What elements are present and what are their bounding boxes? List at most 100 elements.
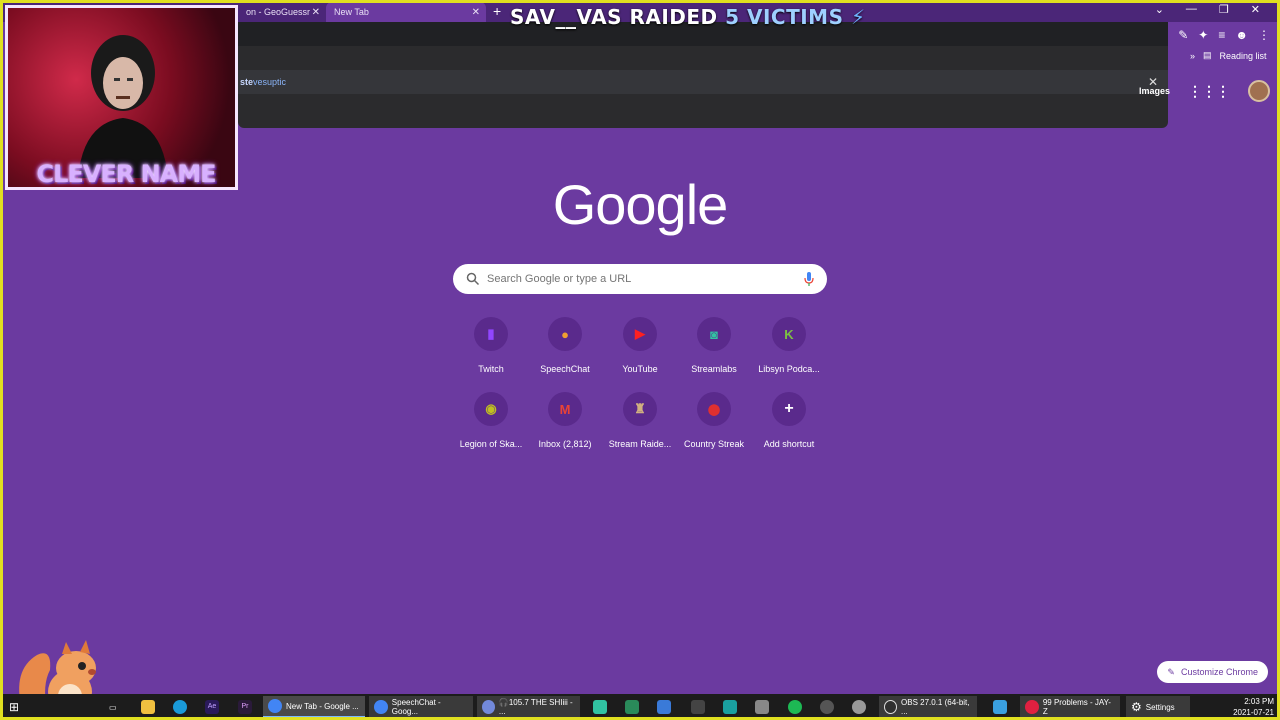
shortcut-stream-raiders[interactable]: ♜ Stream Raide...	[602, 390, 678, 460]
app-taskbar-button[interactable]	[815, 696, 839, 718]
start-button[interactable]: ⊞	[4, 696, 24, 718]
search-input[interactable]	[487, 268, 787, 290]
shortcut-label: Add shortcut	[763, 439, 815, 449]
account-avatar[interactable]	[1248, 80, 1270, 102]
premiere-button[interactable]: Pr	[233, 696, 257, 718]
taskbar-item-discord[interactable]: 🎧105.7 THE SHIiii - ...	[477, 696, 580, 718]
system-clock[interactable]: 2:03 PM 2021-07-21	[1233, 696, 1274, 718]
app-icon	[993, 700, 1007, 714]
taskbar-item-music[interactable]: 99 Problems - JAY-Z	[1020, 696, 1120, 718]
shortcut-label: Inbox (2,812)	[538, 439, 592, 449]
taskbar-label: 99 Problems - JAY-Z	[1042, 698, 1111, 716]
customize-chrome-button[interactable]: ✎ Customize Chrome	[1157, 661, 1268, 683]
taskbar-item-new-tab[interactable]: New Tab - Google ...	[263, 696, 365, 718]
streamlabs-icon	[593, 700, 607, 714]
app-taskbar-button[interactable]	[750, 696, 774, 718]
shortcut-label: YouTube	[622, 364, 658, 374]
clock-date: 2021-07-21	[1233, 708, 1274, 717]
shortcut-add[interactable]: + Add shortcut	[751, 390, 827, 460]
search-box[interactable]	[453, 264, 827, 294]
taskbar-item-speechchat[interactable]: SpeechChat - Goog...	[369, 696, 473, 718]
google-logo: Google	[552, 173, 729, 236]
spotify-taskbar-button[interactable]	[783, 696, 807, 718]
shortcut-label: Legion of Ska...	[459, 439, 523, 449]
file-explorer-button[interactable]	[136, 696, 160, 718]
plus-icon: +	[772, 392, 806, 426]
obs-icon	[884, 700, 898, 714]
toolbar-avatar-icon[interactable]: ☻	[1235, 28, 1248, 42]
media-control-icon[interactable]: ≡	[1218, 28, 1225, 42]
shortcut-speechchat[interactable]: ● SpeechChat	[527, 315, 603, 385]
images-link[interactable]: Images	[1139, 86, 1170, 96]
menu-kebab-icon[interactable]: ⋮	[1258, 28, 1270, 42]
music-player-icon	[1025, 700, 1039, 714]
taskbar-item-obs[interactable]: OBS 27.0.1 (64-bit, ...	[879, 696, 977, 718]
app-taskbar-button[interactable]	[652, 696, 676, 718]
shortcut-label: Country Streak	[683, 439, 745, 449]
close-window-button[interactable]: ✕	[1251, 3, 1260, 16]
taskbar-item-settings[interactable]: ⚙ Settings	[1126, 696, 1190, 718]
gmail-icon: M	[548, 392, 582, 426]
shortcut-label: Twitch	[478, 364, 504, 374]
raid-prefix: SAV__VAS RAIDED	[510, 5, 726, 29]
task-view-icon: ▭	[109, 702, 117, 712]
app-icon	[657, 700, 671, 714]
after-effects-icon: Ae	[205, 700, 219, 714]
extension-pen-icon[interactable]: ✎	[1178, 28, 1188, 42]
shortcut-label: Streamlabs	[691, 364, 737, 374]
app-taskbar-button[interactable]	[620, 696, 644, 718]
streamlabs-taskbar-button[interactable]	[588, 696, 612, 718]
map-pin-icon: ⬤	[697, 392, 731, 426]
apps-grid-icon[interactable]: ⋮⋮⋮	[1188, 83, 1230, 100]
tab-new-tab[interactable]: New Tab ✕	[326, 2, 486, 22]
edge-button[interactable]	[168, 696, 192, 718]
task-view-button[interactable]: ▭	[104, 696, 122, 718]
suggestion-rest: vesuptic	[253, 77, 287, 87]
tab-geoguessr[interactable]: on - GeoGuessr ✕	[238, 2, 326, 22]
customize-label: Customize Chrome	[1180, 667, 1258, 677]
reading-list-link[interactable]: Reading list	[1220, 51, 1267, 61]
edge-icon	[173, 700, 187, 714]
tab-label: on - GeoGuessr	[246, 7, 311, 17]
shortcut-twitch[interactable]: ▮ Twitch	[453, 315, 529, 385]
more-bookmarks-icon[interactable]: »	[1190, 51, 1195, 61]
microphone-icon[interactable]	[804, 271, 814, 287]
speechchat-icon: ●	[548, 317, 582, 351]
suggestion-match: ste	[240, 77, 254, 87]
window-controls: ⌄ — ❐ ✕	[1155, 3, 1260, 16]
bookmarks-bar: » ▤ Reading list	[1190, 50, 1267, 61]
new-tab-button[interactable]: +	[493, 3, 501, 19]
clock-time: 2:03 PM	[1244, 697, 1274, 706]
app-taskbar-button[interactable]	[847, 696, 871, 718]
google-header-links: Images ⋮⋮⋮	[1139, 80, 1270, 102]
streamlabs-icon: ◙	[697, 317, 731, 351]
taskbar-label: New Tab - Google ...	[286, 701, 359, 711]
omnibox-dropdown: stevesuptic ✕	[238, 22, 1168, 128]
shortcut-legion[interactable]: ◉ Legion of Ska...	[453, 390, 529, 460]
shortcut-libsyn[interactable]: K Libsyn Podca...	[751, 315, 827, 385]
shortcut-inbox[interactable]: M Inbox (2,812)	[527, 390, 603, 460]
reading-list-icon: ▤	[1203, 50, 1212, 60]
shortcut-streamlabs[interactable]: ◙ Streamlabs	[676, 315, 752, 385]
app-taskbar-button[interactable]	[686, 696, 710, 718]
webcam-overlay: CLEVER NAME PODCAST	[5, 5, 238, 190]
minimize-button[interactable]: —	[1186, 3, 1197, 16]
chrome-icon	[374, 700, 388, 714]
app-taskbar-button[interactable]	[718, 696, 742, 718]
raid-count: 5 VICTIMS	[725, 5, 844, 29]
legion-icon: ◉	[474, 392, 508, 426]
shortcut-label: SpeechChat	[540, 364, 590, 374]
close-tab-icon[interactable]: ✕	[472, 7, 480, 18]
windows-taskbar: ⊞ ▭ Ae Pr New Tab - Google ... SpeechCha…	[0, 694, 1280, 720]
shortcut-country-streak[interactable]: ⬤ Country Streak	[676, 390, 752, 460]
extensions-puzzle-icon[interactable]: ✦	[1198, 28, 1208, 42]
taskbar-label: Settings	[1145, 702, 1175, 712]
profile-dropdown-icon[interactable]: ⌄	[1155, 3, 1164, 16]
restore-button[interactable]: ❐	[1219, 3, 1229, 16]
shortcut-youtube[interactable]: ▶ YouTube	[602, 315, 678, 385]
app-taskbar-button[interactable]	[988, 696, 1012, 718]
omnibox-suggestion[interactable]: stevesuptic ✕	[238, 70, 1168, 94]
close-tab-icon[interactable]: ✕	[312, 7, 320, 18]
search-icon	[466, 272, 480, 286]
after-effects-button[interactable]: Ae	[200, 696, 224, 718]
